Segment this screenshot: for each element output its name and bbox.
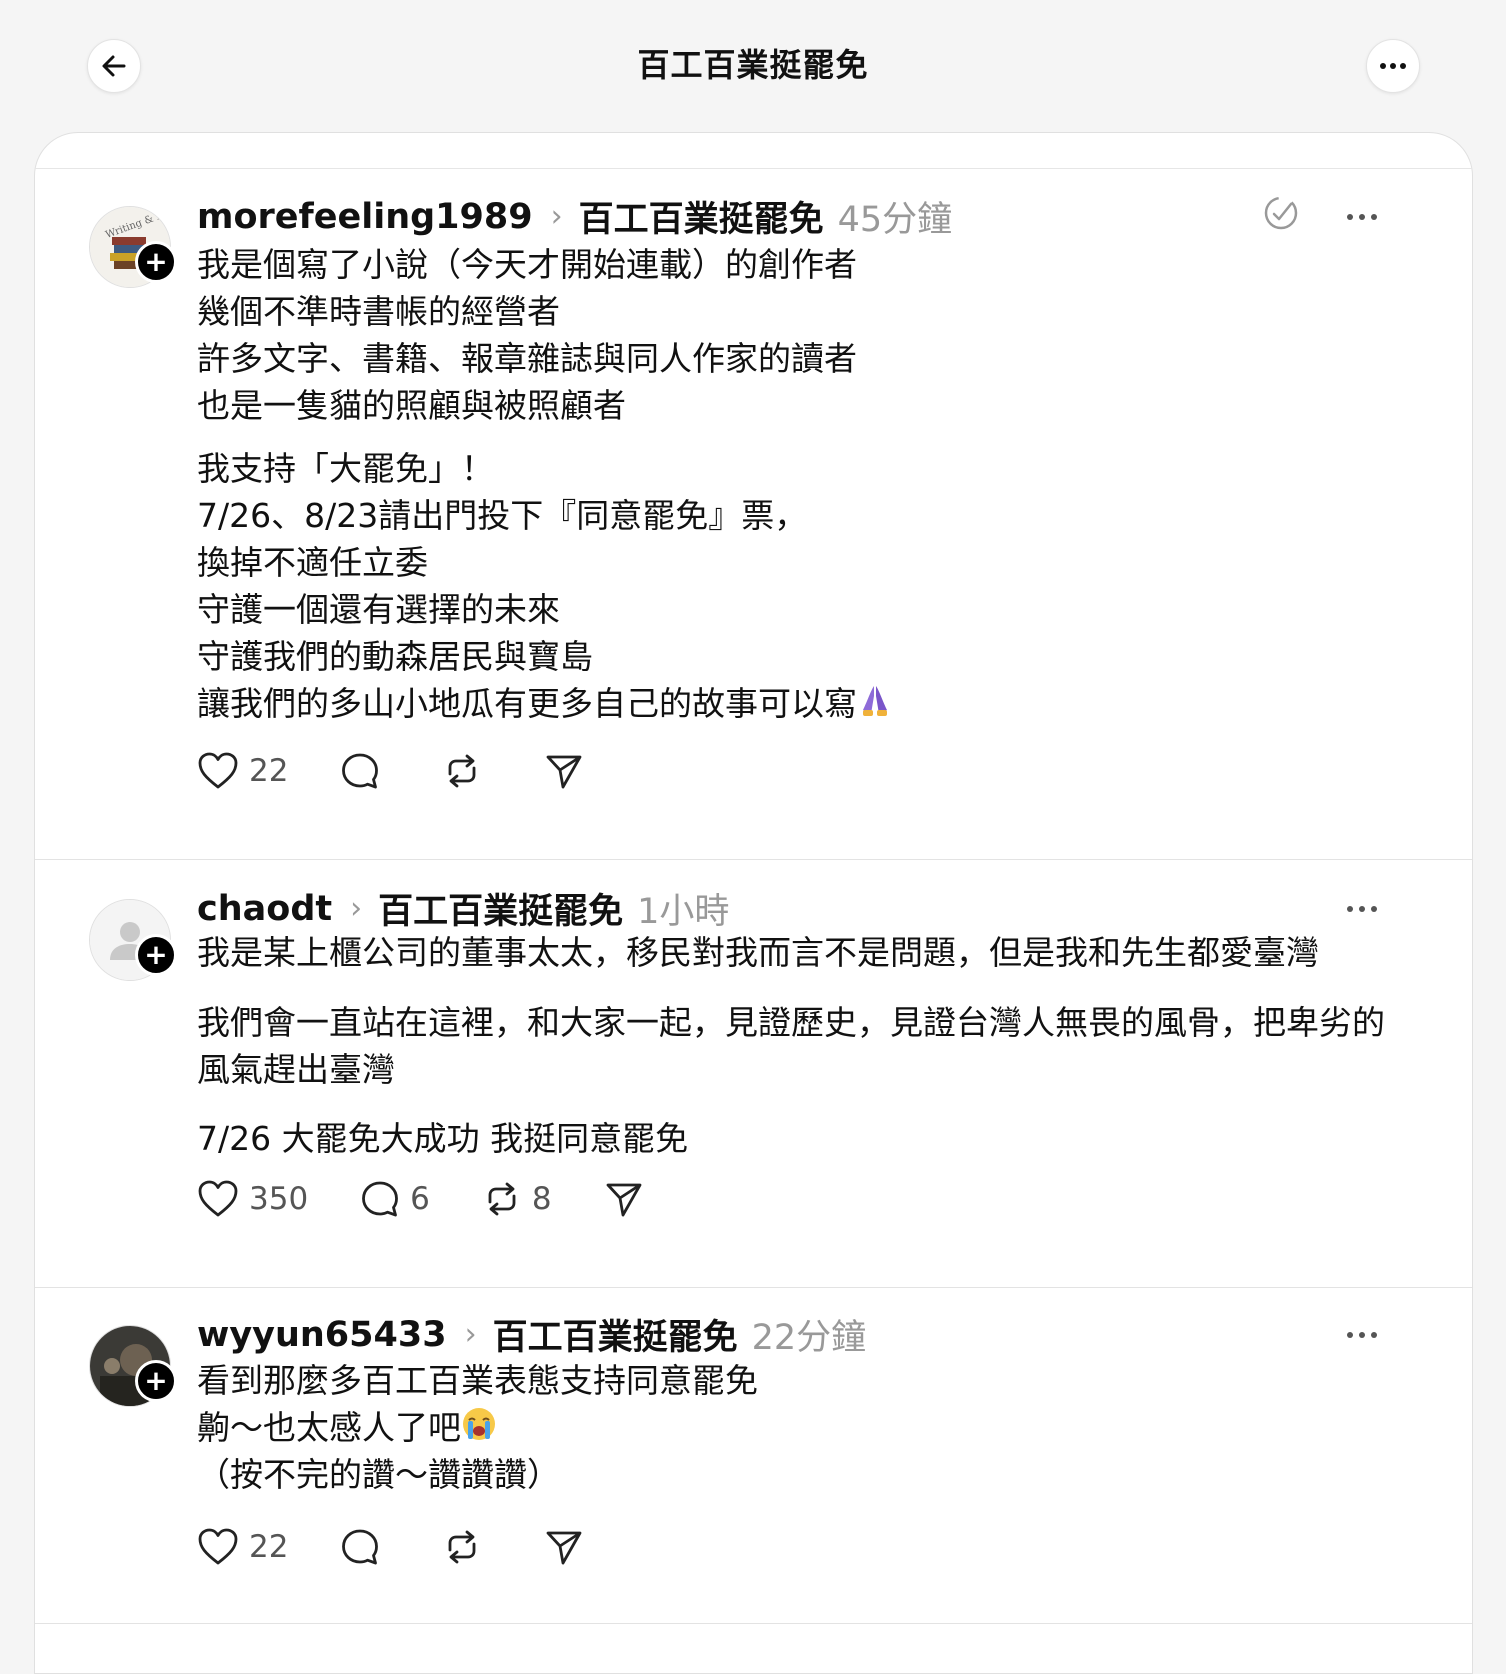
post-item[interactable]: Writing & Reading + morefeeling1989 › 百工… bbox=[35, 133, 1472, 859]
username[interactable]: chaodt bbox=[197, 889, 332, 929]
post-item[interactable]: + chaodt › 百工百業挺罷免 1小時 我是某上櫃公司的董事太太，移民對我… bbox=[35, 859, 1472, 1287]
chevron-right-icon: › bbox=[464, 1317, 477, 1352]
comment-bubble-icon bbox=[342, 1529, 379, 1565]
post-actions: 22 bbox=[197, 751, 636, 791]
praying-hands-emoji bbox=[857, 682, 893, 730]
plus-icon: + bbox=[144, 245, 168, 278]
follow-plus-button[interactable]: + bbox=[135, 934, 177, 976]
post-paragraph: 看到那麼多百工百業表態支持同意罷免 齁～也太感人了吧 bbox=[197, 1357, 1427, 1454]
repost-icon bbox=[488, 1182, 516, 1216]
page-title: 百工百業挺罷免 bbox=[637, 46, 869, 84]
username[interactable]: morefeeling1989 bbox=[197, 197, 533, 237]
post-divider bbox=[35, 1623, 1472, 1624]
like-button[interactable]: 350 bbox=[197, 1179, 308, 1219]
chevron-right-icon: › bbox=[350, 891, 363, 926]
more-horizontal-icon bbox=[1347, 1332, 1377, 1338]
send-icon bbox=[547, 755, 582, 789]
like-button[interactable]: 22 bbox=[197, 751, 288, 791]
post-item[interactable]: + wyyun65433 › 百工百業挺罷免 22分鐘 看到那麼多百工百業表態支… bbox=[35, 1287, 1472, 1627]
repost-button[interactable] bbox=[442, 751, 492, 791]
repost-button[interactable]: 8 bbox=[482, 1179, 552, 1219]
send-icon bbox=[606, 1183, 642, 1217]
follow-plus-button[interactable]: + bbox=[135, 241, 177, 283]
post-more-button[interactable] bbox=[1345, 899, 1379, 912]
reply-count: 6 bbox=[410, 1181, 430, 1217]
post-paragraph: 7/26 大罷免大成功 我挺同意罷免 bbox=[197, 1119, 689, 1158]
more-horizontal-icon bbox=[1347, 214, 1377, 220]
post-header: chaodt › 百工百業挺罷免 1小時 bbox=[197, 883, 729, 934]
topic-tag[interactable]: 百工百業挺罷免 bbox=[579, 191, 824, 242]
send-icon bbox=[547, 1531, 582, 1565]
post-actions: 22 bbox=[197, 1527, 636, 1567]
post-actions: 350 6 8 bbox=[197, 1179, 696, 1219]
like-count: 350 bbox=[249, 1181, 309, 1217]
topic-tag[interactable]: 百工百業挺罷免 bbox=[378, 883, 623, 934]
topic-tag[interactable]: 百工百業挺罷免 bbox=[493, 1309, 738, 1360]
top-bar: 百工百業挺罷免 bbox=[0, 0, 1506, 132]
like-button[interactable]: 22 bbox=[197, 1527, 288, 1567]
post-header: morefeeling1989 › 百工百業挺罷免 45分鐘 bbox=[197, 191, 952, 242]
edit-check-icon[interactable] bbox=[1263, 195, 1299, 235]
post-paragraph-text: 我支持「大罷免」！ 7/26、8/23請出門投下『同意罷免』票， 換掉不適任立委… bbox=[197, 449, 857, 723]
heart-icon bbox=[198, 1528, 238, 1565]
heart-icon bbox=[198, 1180, 238, 1217]
post-time: 45分鐘 bbox=[837, 200, 953, 240]
reply-button[interactable] bbox=[340, 751, 390, 791]
share-button[interactable] bbox=[604, 1179, 644, 1219]
post-time: 1小時 bbox=[637, 892, 730, 932]
more-horizontal-icon bbox=[1380, 63, 1406, 69]
reply-button[interactable]: 6 bbox=[360, 1179, 430, 1219]
share-button[interactable] bbox=[544, 1527, 584, 1567]
username[interactable]: wyyun65433 bbox=[197, 1315, 447, 1355]
post-paragraph: 我支持「大罷免」！ 7/26、8/23請出門投下『同意罷免』票， 換掉不適任立委… bbox=[197, 445, 1427, 730]
post-paragraph: 我是某上櫃公司的董事太太，移民對我而言不是問題，但是我和先生都愛臺灣 bbox=[197, 933, 1319, 972]
post-time: 22分鐘 bbox=[751, 1318, 867, 1358]
comment-bubble-icon bbox=[342, 753, 379, 789]
repost-icon bbox=[449, 1530, 476, 1564]
feed-card: Writing & Reading + morefeeling1989 › 百工… bbox=[34, 132, 1473, 1674]
comment-bubble-icon bbox=[362, 1181, 399, 1217]
like-count: 22 bbox=[249, 1529, 289, 1565]
loudly-crying-emoji bbox=[461, 1406, 497, 1454]
post-more-button[interactable] bbox=[1345, 1325, 1379, 1338]
plus-icon: + bbox=[144, 938, 168, 971]
repost-button[interactable] bbox=[442, 1527, 492, 1567]
post-paragraph: （按不完的讚～讚讚讚） bbox=[197, 1455, 560, 1494]
post-header: wyyun65433 › 百工百業挺罷免 22分鐘 bbox=[197, 1309, 866, 1360]
more-horizontal-icon bbox=[1347, 906, 1377, 912]
repost-icon bbox=[449, 754, 476, 788]
plus-icon: + bbox=[144, 1364, 168, 1397]
post-paragraph: 我是個寫了小說（今天才開始連載）的創作者 幾個不準時書帳的經營者 許多文字、書籍… bbox=[197, 245, 857, 425]
repost-count: 8 bbox=[531, 1181, 552, 1217]
post-paragraph: 我們會一直站在這裡，和大家一起，見證歷史，見證台灣人無畏的風骨，把卑劣的 風氣趕… bbox=[197, 1003, 1385, 1089]
reply-button[interactable] bbox=[340, 1527, 390, 1567]
post-more-button[interactable] bbox=[1345, 207, 1379, 220]
share-button[interactable] bbox=[544, 751, 584, 791]
like-count: 22 bbox=[249, 753, 289, 789]
heart-icon bbox=[198, 752, 238, 789]
more-options-button[interactable] bbox=[1366, 39, 1420, 93]
chevron-right-icon: › bbox=[550, 199, 563, 234]
follow-plus-button[interactable]: + bbox=[135, 1360, 177, 1402]
